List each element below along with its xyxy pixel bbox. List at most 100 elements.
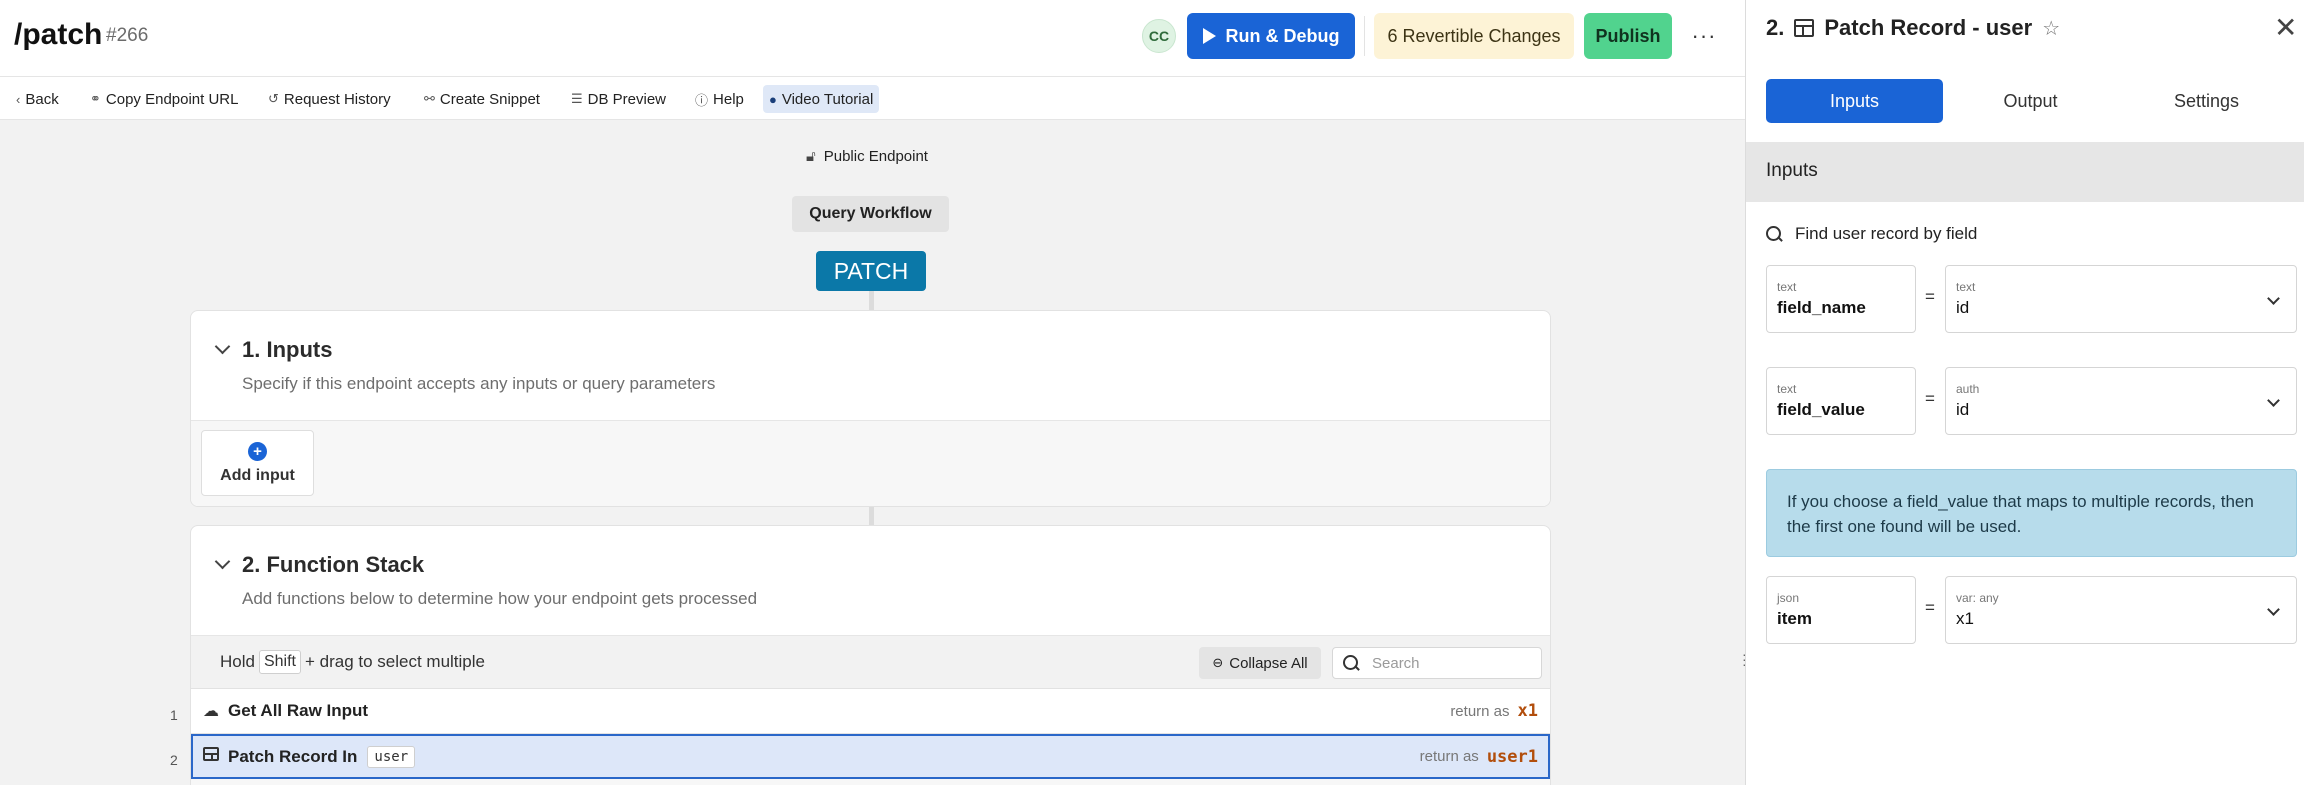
play-icon: [1202, 28, 1216, 44]
panel-header: 2. Patch Record - user ☆ ✕: [1746, 0, 2304, 60]
header-divider: [1364, 16, 1365, 56]
public-endpoint-label: Public Endpoint: [823, 148, 928, 165]
help-button[interactable]: ⓘ Help: [689, 85, 750, 113]
panel-title: 2. Patch Record - user ☆: [1766, 15, 2060, 41]
function-stack-toolbar: Hold Shift + drag to select multiple ⊖ C…: [191, 636, 1550, 689]
database-icon: ☰: [571, 91, 583, 106]
history-icon: ↺: [268, 91, 279, 106]
flow-connector: [869, 291, 874, 311]
info-notice: If you choose a field_value that maps to…: [1766, 469, 2297, 557]
unlock-icon: 🔓︎: [806, 148, 816, 165]
publish-button[interactable]: Publish: [1584, 13, 1672, 59]
table-icon: [1794, 19, 1815, 37]
function-search-input[interactable]: Search: [1332, 647, 1542, 679]
chevron-down-icon: [2267, 394, 2280, 407]
chevron-down-icon: [2267, 603, 2280, 616]
function-row-selected[interactable]: Patch Record In user return as user1: [191, 734, 1550, 779]
equals-sign: =: [1925, 598, 1935, 617]
value-type: auth: [1956, 382, 1980, 396]
inputs-card-body: + Add input: [191, 421, 1550, 506]
param-name: field_name: [1777, 298, 1866, 317]
param-name: field_value: [1777, 400, 1865, 419]
return-variable[interactable]: user1: [1487, 747, 1538, 767]
help-label: Help: [713, 90, 744, 108]
inputs-card-subtitle: Specify if this endpoint accepts any inp…: [242, 374, 716, 393]
value-text: x1: [1956, 609, 1974, 628]
return-info: return as user1: [1420, 747, 1538, 767]
top-header: /patch #266 CC Run & Debug 6 Revertible …: [0, 0, 1745, 77]
user-avatar[interactable]: CC: [1142, 19, 1176, 53]
row-number: 1: [170, 707, 178, 723]
function-stack-header[interactable]: 2. Function Stack Add functions below to…: [191, 526, 1550, 636]
value-text: id: [1956, 298, 1970, 317]
chevron-left-icon: ‹: [16, 91, 21, 107]
copy-endpoint-url-button[interactable]: ⚭ Copy Endpoint URL: [84, 85, 244, 113]
snippet-icon: ⚯: [424, 91, 435, 106]
field-value-param[interactable]: text field_value: [1766, 367, 1916, 435]
db-preview-button[interactable]: ☰ DB Preview: [565, 85, 672, 113]
copy-url-label: Copy Endpoint URL: [105, 90, 239, 108]
value-type: text: [1956, 280, 1976, 294]
collapse-all-button[interactable]: ⊖ Collapse All: [1199, 647, 1321, 679]
close-icon[interactable]: ✕: [2274, 14, 2297, 42]
chevron-down-icon: [2267, 292, 2280, 305]
http-method-badge[interactable]: PATCH: [816, 251, 926, 291]
return-label: return as: [1419, 748, 1479, 765]
tab-output[interactable]: Output: [1942, 79, 2119, 123]
back-button[interactable]: ‹ Back: [10, 85, 65, 113]
field-name-value-select[interactable]: text id: [1945, 265, 2297, 333]
request-history-button[interactable]: ↺ Request History: [262, 85, 397, 113]
search-placeholder: Search: [1372, 654, 1420, 672]
equals-sign: =: [1925, 287, 1935, 306]
tab-inputs[interactable]: Inputs: [1766, 79, 1943, 123]
chevron-down-icon[interactable]: [214, 338, 231, 355]
history-label: Request History: [283, 90, 391, 108]
param-type: text: [1777, 382, 1797, 396]
public-endpoint-toggle[interactable]: 🔓︎ Public Endpoint: [806, 148, 928, 165]
item-value-select[interactable]: var: any x1: [1945, 576, 2297, 644]
chevron-down-icon[interactable]: [214, 553, 231, 570]
function-row[interactable]: ☁ Get All Raw Input return as x1: [191, 689, 1550, 734]
collapse-icon: ⊖: [1212, 655, 1224, 670]
back-label: Back: [25, 90, 59, 108]
return-variable[interactable]: x1: [1518, 701, 1538, 721]
table-tag: user: [367, 745, 416, 768]
more-options-icon[interactable]: ···: [1686, 16, 1722, 56]
flow-connector: [869, 507, 874, 525]
param-type: json: [1777, 591, 1800, 605]
cloud-download-icon: ☁: [203, 703, 219, 720]
snippet-label: Create Snippet: [439, 90, 540, 108]
function-stack-subtitle: Add functions below to determine how you…: [242, 589, 758, 608]
db-preview-label: DB Preview: [587, 90, 667, 108]
run-debug-label: Run & Debug: [1225, 25, 1340, 46]
tab-settings[interactable]: Settings: [2118, 79, 2295, 123]
endpoint-canvas-pane: /patch #266 CC Run & Debug 6 Revertible …: [0, 0, 1745, 785]
endpoint-id: #266: [106, 25, 149, 46]
video-tutorial-button[interactable]: ● Video Tutorial: [763, 85, 880, 113]
info-icon: ⓘ: [695, 92, 709, 108]
drag-hint-label: + drag to select multiple: [304, 652, 485, 671]
row-number: 2: [170, 752, 178, 768]
find-by-field-label: Find user record by field: [1766, 224, 1977, 244]
run-debug-button[interactable]: Run & Debug: [1187, 13, 1355, 59]
inputs-card: 1. Inputs Specify if this endpoint accep…: [190, 310, 1551, 507]
function-stack-body: Hold Shift + drag to select multiple ⊖ C…: [191, 636, 1550, 785]
panel-title-text: Patch Record - user: [1824, 15, 2033, 40]
function-stack-card: 2. Function Stack Add functions below to…: [190, 525, 1551, 785]
field-value-value-select[interactable]: auth id: [1945, 367, 2297, 435]
add-input-button[interactable]: + Add input: [201, 430, 314, 496]
endpoint-toolbar: ‹ Back ⚭ Copy Endpoint URL ↺ Request His…: [0, 77, 1745, 120]
field-name-param[interactable]: text field_name: [1766, 265, 1916, 333]
value-type: var: any: [1956, 591, 1999, 605]
create-snippet-button[interactable]: ⚯ Create Snippet: [418, 85, 546, 113]
section-title: Inputs: [1766, 160, 1818, 181]
inputs-card-header[interactable]: 1. Inputs Specify if this endpoint accep…: [191, 311, 1550, 421]
add-input-label: Add input: [220, 466, 295, 484]
panel-tabs: Inputs Output Settings: [1746, 60, 2304, 142]
star-icon[interactable]: ☆: [2042, 16, 2060, 41]
endpoint-title: /patch: [14, 18, 103, 51]
revertible-changes-button[interactable]: 6 Revertible Changes: [1374, 13, 1574, 59]
item-param[interactable]: json item: [1766, 576, 1916, 644]
collapse-all-label: Collapse All: [1229, 654, 1308, 672]
return-label: return as: [1450, 702, 1510, 720]
